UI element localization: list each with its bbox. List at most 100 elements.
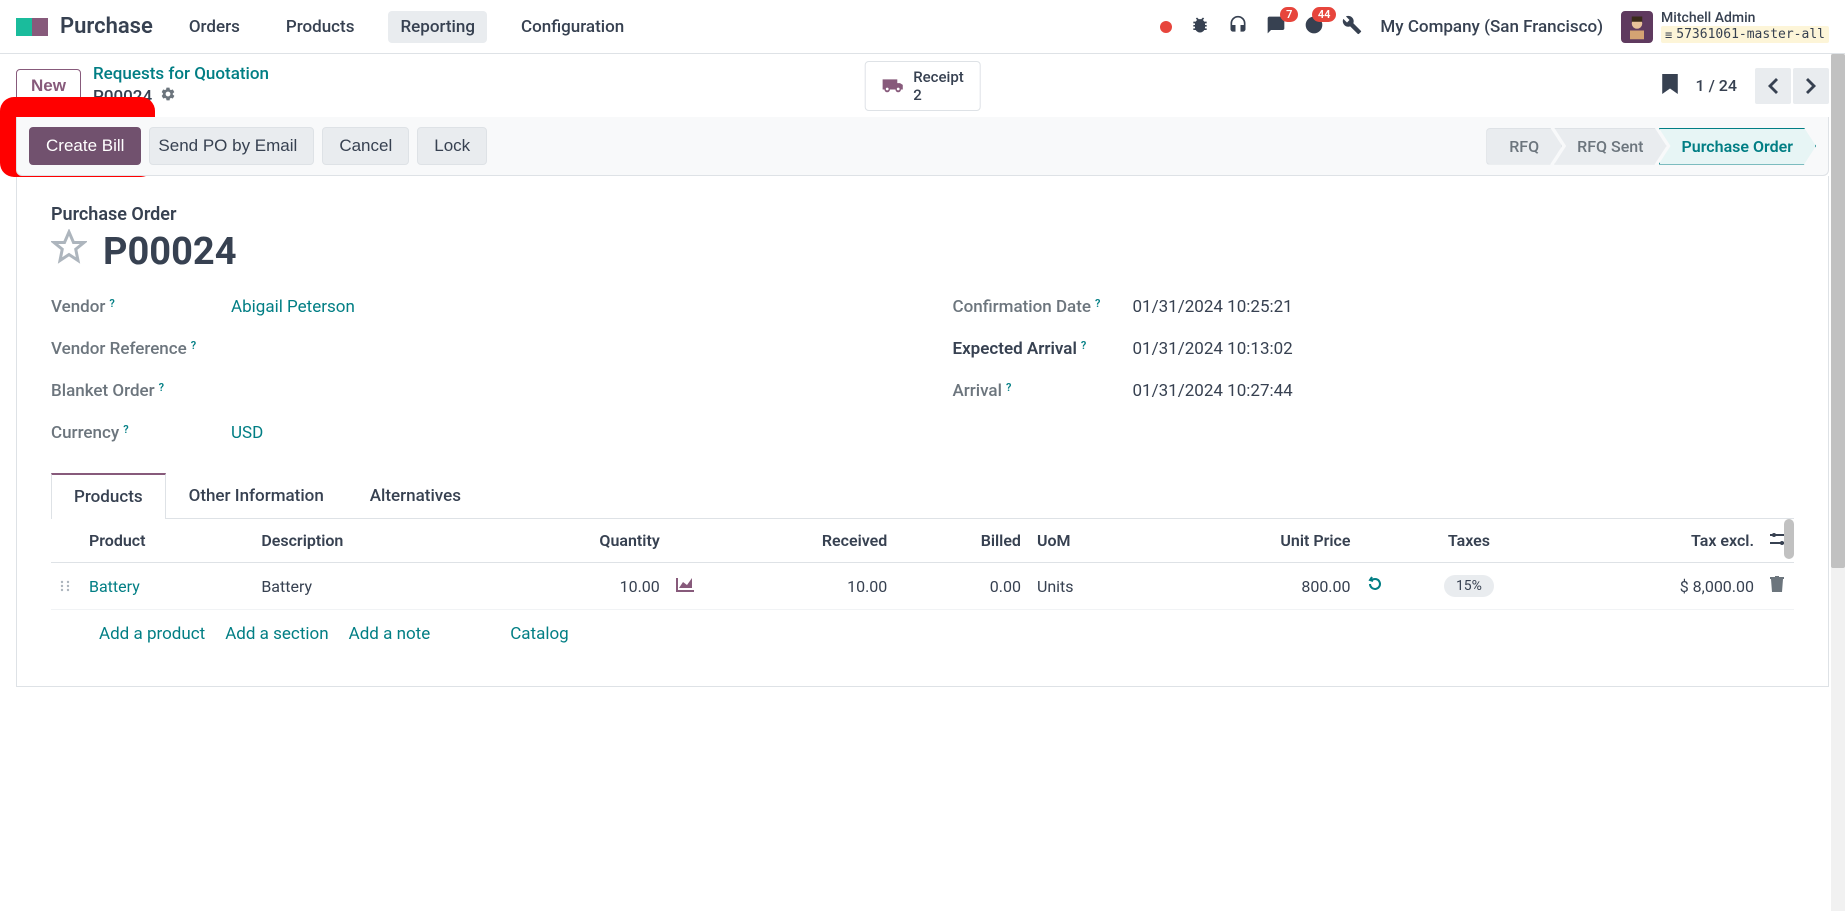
help-icon[interactable]: ? [123,423,128,436]
stage-rfq-sent[interactable]: RFQ Sent [1554,128,1666,165]
order-name: P00024 [103,230,237,274]
pager-text[interactable]: 1 / 24 [1696,76,1737,95]
cell-billed[interactable]: 0.00 [895,563,1029,610]
currency-field[interactable]: USD [231,423,263,443]
help-icon[interactable]: ? [159,381,164,394]
activities-badge: 44 [1312,7,1337,22]
user-name: Mitchell Admin [1661,10,1829,26]
presence-dot-icon[interactable] [1160,21,1172,33]
currency-label: Currency? [51,423,231,443]
expected-arrival-field[interactable]: 01/31/2024 10:13:02 [1133,339,1293,359]
cell-product[interactable]: Battery [81,563,253,610]
order-lines-table: Product Description Quantity Received Bi… [51,519,1794,610]
pager-next-button[interactable] [1793,68,1829,104]
nav-products[interactable]: Products [274,11,367,43]
lock-button[interactable]: Lock [417,127,487,165]
col-billed[interactable]: Billed [895,519,1029,563]
vendor-ref-label: Vendor Reference? [51,339,231,359]
col-tax-excl[interactable]: Tax excl. [1547,519,1762,563]
messaging-badge: 7 [1280,7,1298,22]
user-avatar-icon [1621,11,1653,43]
price-refresh-icon[interactable] [1359,563,1391,610]
expected-arrival-label: Expected Arrival? [953,339,1133,359]
add-note-link[interactable]: Add a note [349,624,431,644]
tools-icon[interactable] [1342,15,1362,39]
receipt-count: 2 [913,86,964,104]
help-icon[interactable]: ? [1006,381,1011,394]
add-section-link[interactable]: Add a section [225,624,328,644]
delete-row-icon[interactable] [1762,563,1794,610]
database-name: ≡57361061-master-all [1661,26,1829,43]
stage-rfq[interactable]: RFQ [1486,128,1562,165]
catalog-link[interactable]: Catalog [510,624,569,644]
confirmation-date-label: Confirmation Date? [953,297,1133,317]
user-menu[interactable]: Mitchell Admin ≡57361061-master-all [1621,10,1829,43]
control-panel: New Requests for Quotation P00024 Receip… [0,54,1845,117]
nav-systray: 7 44 My Company (San Francisco) Mitchell… [1160,10,1829,43]
cancel-button[interactable]: Cancel [322,127,409,165]
col-uom[interactable]: UoM [1029,519,1154,563]
stage-purchase-order[interactable]: Purchase Order [1659,128,1817,165]
arrival-label: Arrival? [953,381,1133,401]
nav-orders[interactable]: Orders [177,11,252,43]
activities-icon[interactable]: 44 [1304,15,1324,39]
help-icon[interactable]: ? [191,339,196,352]
form-sheet: Purchase Order P00024 Vendor? Abigail Pe… [16,176,1829,687]
cell-taxes[interactable]: 15% [1444,575,1494,597]
page-scrollbar[interactable] [1831,54,1845,911]
bug-icon[interactable] [1190,15,1210,39]
nav-reporting[interactable]: Reporting [388,11,487,43]
drag-handle-icon[interactable] [51,563,81,610]
col-received[interactable]: Received [702,519,896,563]
arrival-field[interactable]: 01/31/2024 10:27:44 [1133,381,1293,401]
database-icon: ≡ [1665,28,1672,42]
help-icon[interactable]: ? [1095,297,1100,310]
cell-description[interactable]: Battery [253,563,486,610]
table-footer: Add a product Add a section Add a note C… [51,610,1794,658]
top-navbar: Purchase Orders Products Reporting Confi… [0,0,1845,54]
bookmark-icon[interactable] [1662,74,1678,98]
send-po-button[interactable]: Send PO by Email [149,127,314,165]
nav-configuration[interactable]: Configuration [509,11,636,43]
receipt-label: Receipt [913,68,964,86]
app-name[interactable]: Purchase [60,14,153,39]
vendor-label: Vendor? [51,297,231,317]
messaging-icon[interactable]: 7 [1266,15,1286,39]
tab-products[interactable]: Products [51,473,166,519]
gear-icon[interactable] [160,86,176,107]
add-product-link[interactable]: Add a product [99,624,205,644]
create-bill-button[interactable]: Create Bill [29,127,141,165]
notebook-tabs: Products Other Information Alternatives [51,473,1794,519]
blanket-order-label: Blanket Order? [51,381,231,401]
col-product[interactable]: Product [81,519,253,563]
breadcrumb-parent[interactable]: Requests for Quotation [93,64,269,84]
app-logo[interactable] [16,18,48,36]
receipt-stat-button[interactable]: Receipt 2 [864,61,981,111]
vendor-field[interactable]: Abigail Peterson [231,297,355,317]
col-taxes[interactable]: Taxes [1391,519,1548,563]
headset-icon[interactable] [1228,15,1248,39]
forecast-chart-icon[interactable] [668,563,702,610]
col-description[interactable]: Description [253,519,486,563]
table-row[interactable]: Battery Battery 10.00 10.00 0.00 Units 8… [51,563,1794,610]
pager-prev-button[interactable] [1755,68,1791,104]
help-icon[interactable]: ? [1081,339,1086,352]
cell-unit-price[interactable]: 800.00 [1154,563,1359,610]
cell-received[interactable]: 10.00 [702,563,896,610]
table-scrollbar[interactable] [1784,519,1794,559]
form-title-label: Purchase Order [51,204,1794,225]
status-stages: RFQ RFQ Sent Purchase Order [1486,128,1816,165]
priority-star-icon[interactable] [51,229,87,275]
cell-tax-excl: $ 8,000.00 [1547,563,1762,610]
company-selector[interactable]: My Company (San Francisco) [1380,17,1603,37]
cell-quantity[interactable]: 10.00 [486,563,667,610]
col-quantity[interactable]: Quantity [486,519,667,563]
tab-alternatives[interactable]: Alternatives [347,473,484,518]
truck-icon [881,74,903,98]
col-unit-price[interactable]: Unit Price [1154,519,1359,563]
help-icon[interactable]: ? [109,297,114,310]
status-bar: Create Bill Send PO by Email Cancel Lock… [16,117,1829,176]
cell-uom[interactable]: Units [1029,563,1154,610]
tab-other-information[interactable]: Other Information [166,473,347,518]
confirmation-date-field: 01/31/2024 10:25:21 [1133,297,1293,317]
